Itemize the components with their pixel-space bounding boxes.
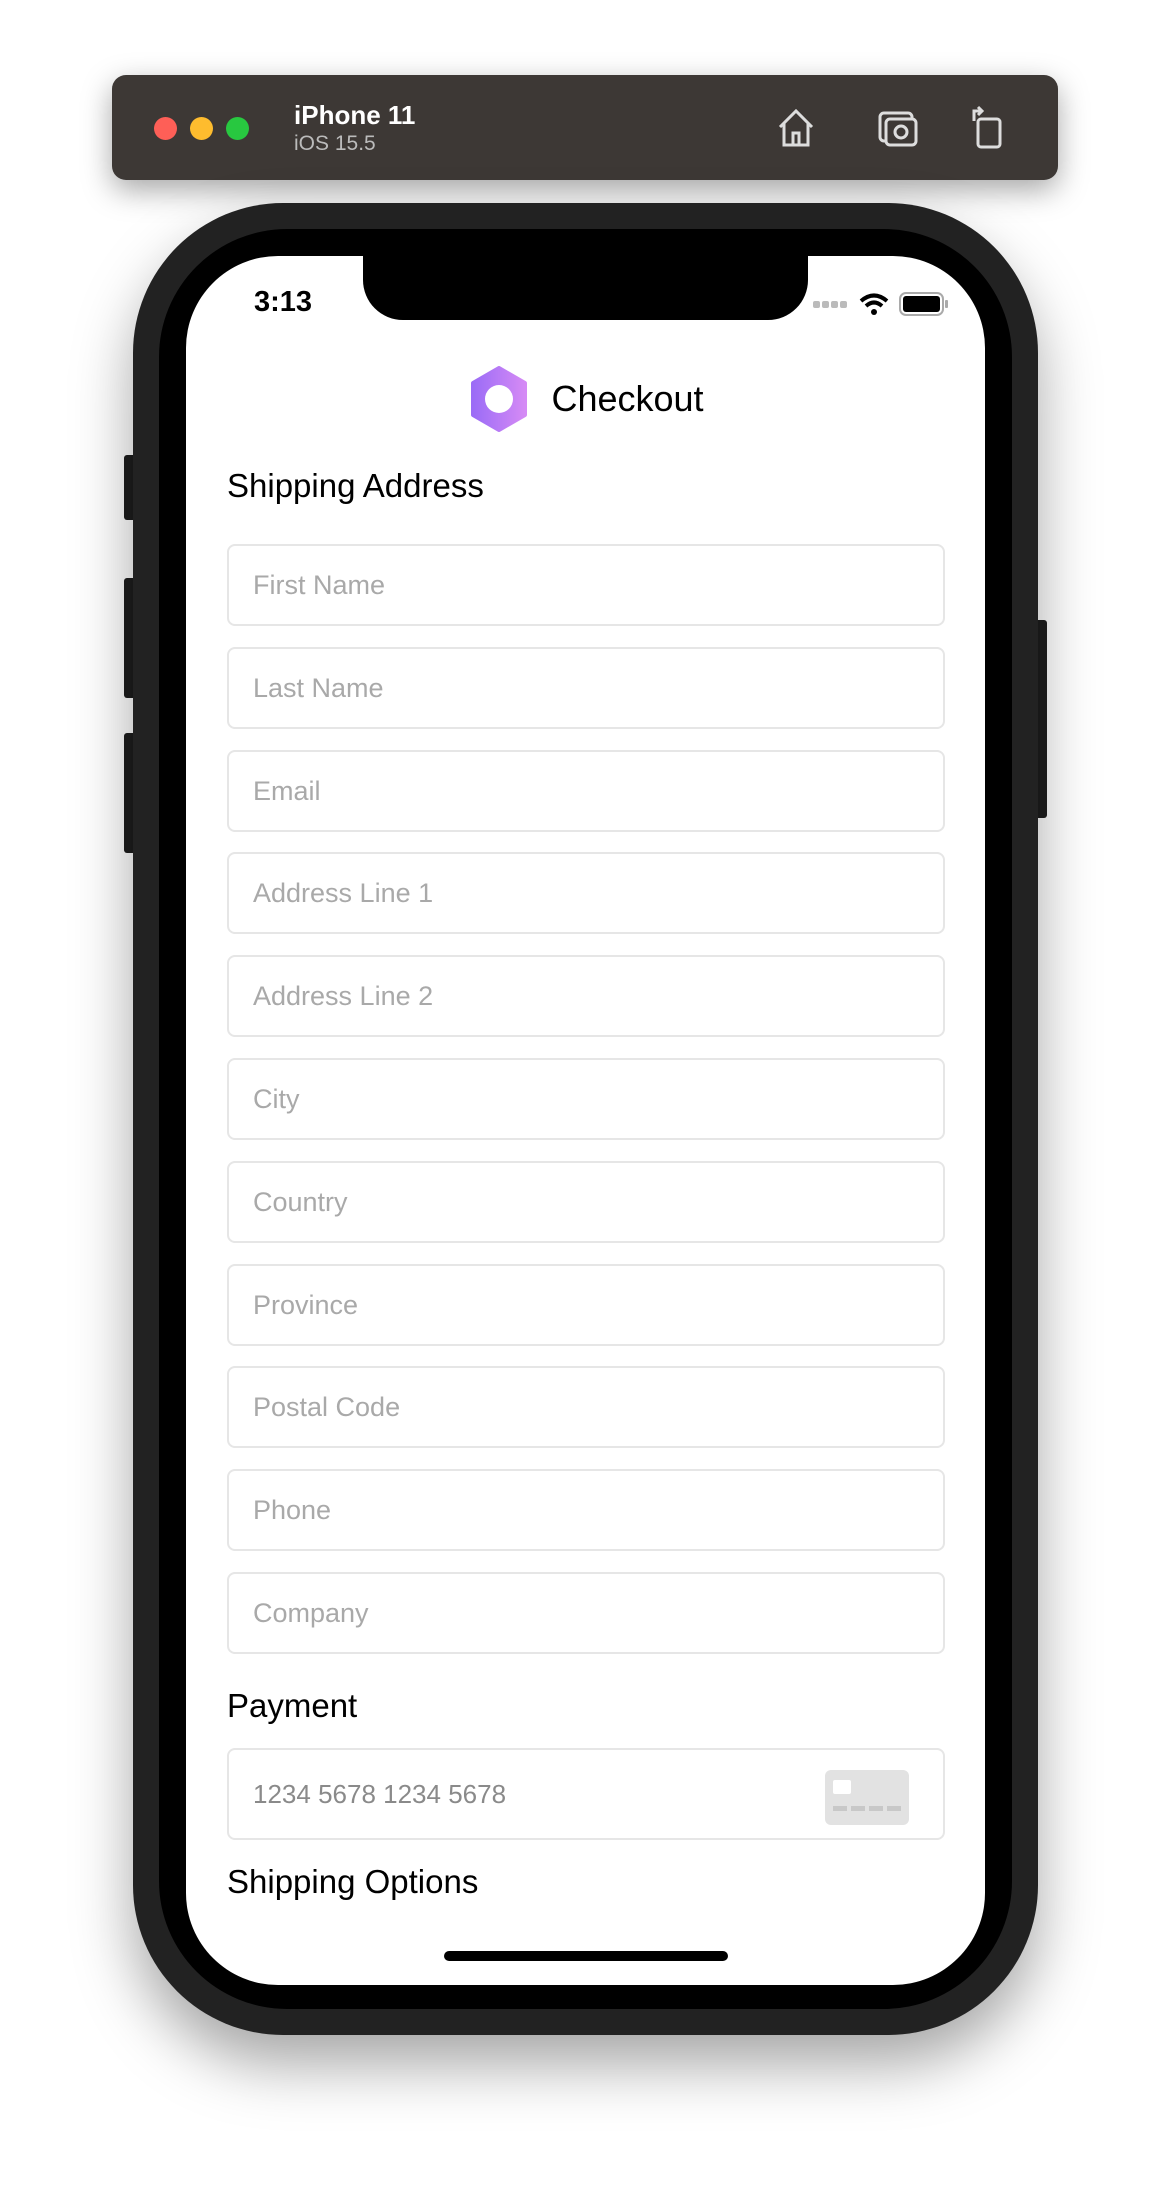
postal-code-field[interactable] [227,1366,945,1448]
status-icons [813,292,949,316]
status-time: 3:13 [254,286,313,318]
hexagon-logo-icon [471,366,528,432]
country-field[interactable] [227,1161,945,1243]
minimize-window-button[interactable] [190,117,213,140]
shipping-address-heading: Shipping Address [227,467,484,504]
cellular-signal-icon [813,301,847,308]
home-indicator[interactable] [444,1951,728,1961]
address-line-1-field[interactable] [227,852,945,934]
last-name-field[interactable] [227,647,945,729]
address-line-2-field[interactable] [227,955,945,1037]
home-icon[interactable] [772,103,820,151]
screenshot-icon[interactable] [874,103,922,151]
rotate-icon[interactable] [964,103,1012,151]
device-name: iPhone 11 [294,100,416,130]
shipping-options-heading: Shipping Options [227,1863,479,1900]
battery-icon [899,292,948,316]
notch [363,256,808,320]
card-number-input[interactable] [229,1750,829,1838]
app-screen: 3:13 Checkout Shipping Address Payment S… [186,256,985,1985]
zoom-window-button[interactable] [226,117,249,140]
page-header: Checkout [186,366,985,432]
province-field[interactable] [227,1264,945,1346]
card-number-field[interactable] [227,1748,945,1840]
page-title: Checkout [551,378,704,419]
city-field[interactable] [227,1058,945,1140]
close-window-button[interactable] [154,117,177,140]
first-name-field[interactable] [227,544,945,626]
payment-heading: Payment [227,1687,358,1724]
os-version: iOS 15.5 [294,132,376,155]
simulator-toolbar: iPhone 11 iOS 15.5 [112,75,1058,180]
email-field[interactable] [227,750,945,832]
company-field[interactable] [227,1572,945,1654]
phone-field[interactable] [227,1469,945,1551]
wifi-icon [859,293,889,315]
credit-card-icon [825,1770,909,1825]
